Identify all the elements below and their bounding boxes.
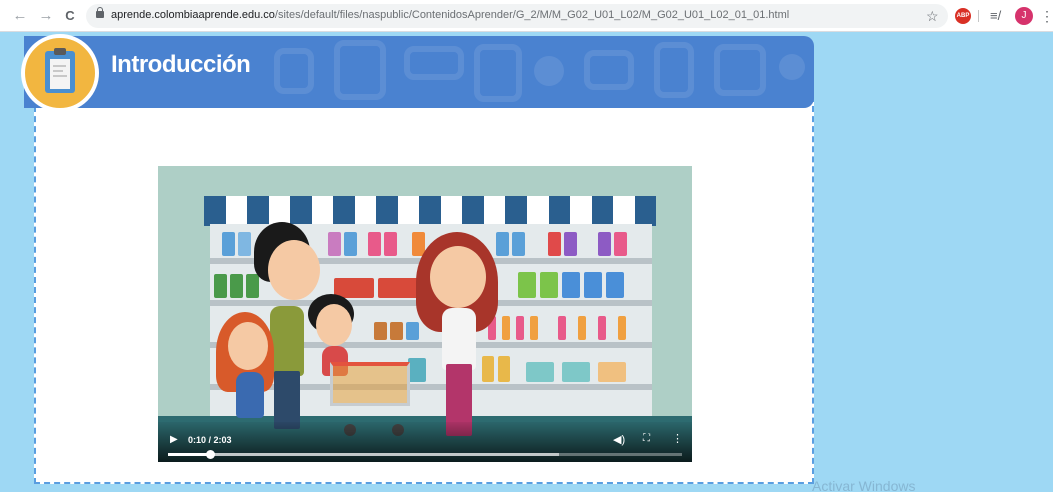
back-button[interactable]: ← — [10, 6, 30, 26]
store-awning — [204, 196, 657, 226]
url-path: /sites/default/files/naspublic/Contenido… — [274, 9, 790, 21]
url-host: aprende.colombiaaprende.edu.co — [111, 9, 275, 21]
video-seekbar[interactable] — [168, 450, 682, 459]
decor-shape — [714, 44, 766, 96]
reload-button[interactable]: C — [60, 6, 80, 26]
decor-shape — [474, 44, 522, 102]
address-bar[interactable]: aprende.colombiaaprende.edu.co/sites/def… — [86, 4, 948, 28]
video-more-icon[interactable]: ⋮ — [672, 432, 683, 445]
shopping-cart — [330, 362, 410, 406]
browser-menu-icon[interactable]: ⋮ — [1040, 6, 1053, 26]
seekbar-thumb[interactable] — [205, 450, 215, 459]
toolbar-separator — [978, 10, 979, 22]
profile-avatar[interactable]: J — [1015, 7, 1033, 25]
volume-icon[interactable]: ◀) — [613, 433, 625, 446]
url-text: aprende.colombiaaprende.edu.co/sites/def… — [111, 9, 789, 21]
video-player[interactable]: ▶ 0:10 / 2:03 ◀) ⛶ ⋮ — [158, 166, 692, 462]
windows-activation-watermark: Activar Windows — [812, 478, 916, 492]
video-controls: ▶ 0:10 / 2:03 ◀) ⛶ ⋮ — [158, 422, 692, 462]
adblock-extension-icon[interactable]: ABP — [955, 8, 971, 24]
play-button[interactable]: ▶ — [170, 434, 178, 446]
decor-shape — [584, 50, 634, 90]
lock-icon — [96, 7, 104, 18]
fullscreen-icon[interactable]: ⛶ — [643, 433, 650, 444]
decor-shape — [274, 48, 314, 94]
seekbar-buffered — [168, 453, 559, 456]
media-queue-icon[interactable]: ≡/ — [990, 8, 1001, 24]
browser-toolbar: ← → C aprende.colombiaaprende.edu.co/sit… — [0, 0, 1053, 32]
page-title: Introducción — [111, 51, 251, 78]
decor-shape — [779, 54, 805, 80]
decor-shape — [404, 46, 464, 80]
seekbar-played — [168, 453, 210, 456]
video-time: 0:10 / 2:03 — [188, 435, 232, 445]
decor-shape — [334, 40, 386, 100]
decor-shape — [534, 56, 564, 86]
forward-button[interactable]: → — [36, 6, 56, 26]
decor-shape — [654, 42, 694, 98]
clipboard-icon — [21, 34, 99, 112]
bookmark-star-icon[interactable]: ☆ — [926, 7, 939, 25]
